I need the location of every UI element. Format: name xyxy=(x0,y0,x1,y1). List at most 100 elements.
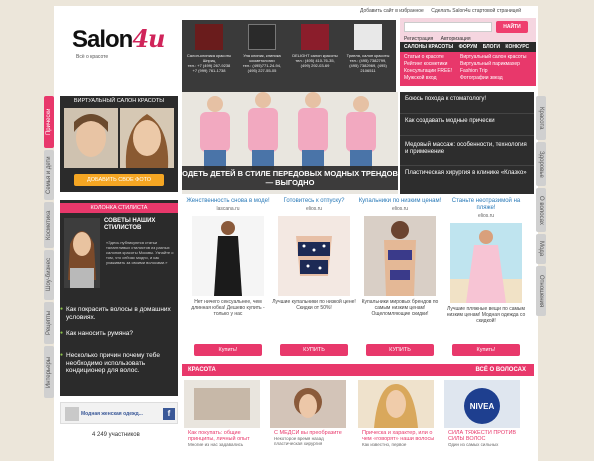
after-photo xyxy=(120,108,174,168)
ad-image[interactable] xyxy=(450,223,522,303)
salon-card[interactable]: Триеля, салон красоты тел.: (495) 738279… xyxy=(343,24,393,96)
ad-title[interactable]: Станьте неотразимой на пляже! xyxy=(444,198,528,212)
ad-card[interactable]: Станьте неотразимой на пляже! elios.ru Л… xyxy=(444,198,528,363)
ad-card[interactable]: Купальники по низким ценам! elios.ru Куп… xyxy=(358,198,442,363)
salon-logo xyxy=(354,24,382,50)
article-image[interactable]: NIVEA xyxy=(444,380,520,428)
ad-title[interactable]: Женственность снова в моде! xyxy=(186,198,270,205)
tab-health[interactable]: Здоровье xyxy=(536,142,546,186)
article-excerpt: Некоторое время назад пластическая хирур… xyxy=(274,436,324,446)
menu-item-forum[interactable]: ФОРУМ xyxy=(459,44,478,50)
stylist-heading: Советы наших стилистов xyxy=(104,218,156,231)
article-card[interactable]: NIVEA СИЛА ТЯЖЕСТИ ПРОТИВ СИЛЫ ВОЛОС Оди… xyxy=(442,380,526,447)
add-favorite-link[interactable]: Добавить сайт в избранное xyxy=(360,8,424,14)
article-image[interactable] xyxy=(358,380,434,428)
submenu-item[interactable]: Рейтинг косметики xyxy=(404,61,452,68)
ad-buy-button[interactable]: Купить! xyxy=(194,344,262,356)
salon-card[interactable]: DELIGHT салон красоты тел.: (495) 410-76… xyxy=(290,24,340,96)
search-input[interactable] xyxy=(404,22,492,32)
all-hair-link[interactable]: ВСЁ О ВОЛОСАХ xyxy=(475,364,526,376)
ad-image[interactable] xyxy=(364,216,436,296)
submenu-item[interactable]: Виртуальный парикмахер xyxy=(460,61,526,68)
beauty-section-title[interactable]: КРАСОТА xyxy=(188,367,216,373)
article-card[interactable]: С МЕДСИ вы преобразите Некоторое время н… xyxy=(268,380,352,446)
article-title[interactable]: Прическа и характер, или о чем «говорят»… xyxy=(356,430,440,442)
hero-banner[interactable]: Одеть детей в стиле передовых модных тре… xyxy=(182,92,398,194)
tab-showbiz[interactable]: Шоу-бизнес xyxy=(44,250,54,300)
article-title[interactable]: СИЛА ТЯЖЕСТИ ПРОТИВ СИЛЫ ВОЛОС xyxy=(442,430,526,442)
menu-item-blogs[interactable]: БЛОГИ xyxy=(483,44,500,50)
secondary-menu: Статьи о красоте Рейтинг косметики Консу… xyxy=(400,52,536,86)
article-image[interactable] xyxy=(184,380,260,428)
tab-cosmetics[interactable]: Косметика xyxy=(44,202,54,248)
tab-family[interactable]: Семья и дети xyxy=(44,150,54,200)
members-count: 4 249 участников xyxy=(92,432,140,438)
ad-card[interactable]: Готовитесь к отпуску? elios.ru Лучшие ку… xyxy=(272,198,356,363)
stylist-question-link[interactable]: Как покрасить волосы в домашних условиях… xyxy=(60,306,174,321)
hero-article-link[interactable]: Пластическая хирургия в клинике «Клазко» xyxy=(400,170,534,190)
hero-articles-list: Боюсь похода к стоматологу! Как создават… xyxy=(400,92,534,194)
submenu-item[interactable]: Статьи о красоте xyxy=(404,54,452,61)
salon-name: Салон-клиника красоты Шприц xyxy=(186,53,232,63)
hero-caption[interactable]: Одеть детей в стиле передовых модных тре… xyxy=(182,166,398,190)
ad-buy-button[interactable]: КУПИТЬ xyxy=(280,344,348,356)
stylist-question-link[interactable]: Несколько причин почему тебе необходимо … xyxy=(60,352,174,375)
salon-phone: (495) 227-55-05 xyxy=(247,68,277,73)
article-card[interactable]: Прическа и характер, или о чем «говорят»… xyxy=(356,380,440,447)
ad-source: elios.ru xyxy=(477,213,495,219)
ad-buy-button[interactable]: КУПИТЬ xyxy=(366,344,434,356)
article-card[interactable]: Как покупать: общие принципы, личный опы… xyxy=(182,380,266,447)
set-homepage-link[interactable]: Сделать Salon4u стартовой страницей xyxy=(431,8,521,14)
salon-name: Уна клиник, клиника косметологии xyxy=(243,53,281,63)
top-links: Добавить сайт в избранное Сделать Salon4… xyxy=(360,8,527,14)
facebook-widget[interactable]: Модная женская одежд... f xyxy=(60,402,178,424)
hero-article-link[interactable]: Боюсь похода к стоматологу! xyxy=(400,96,534,114)
submenu-item[interactable]: Fashion Trip xyxy=(460,68,526,75)
ad-source: elios.ru xyxy=(305,206,323,212)
article-title[interactable]: Как покупать: общие принципы, личный опы… xyxy=(182,430,266,442)
add-photo-button[interactable]: ДОБАВИТЬ СВОЕ ФОТО xyxy=(74,174,164,186)
stylist-question-link[interactable]: Как наносить румяна? xyxy=(60,330,174,338)
article-image[interactable] xyxy=(270,380,346,428)
tab-fashion[interactable]: Мода xyxy=(536,234,546,264)
tab-hair[interactable]: О волосах xyxy=(536,188,546,232)
stylist-title: КОЛОНКА СТИЛИСТА xyxy=(60,203,178,213)
tab-interiors[interactable]: Интерьеры xyxy=(44,346,54,398)
salon-phone: (495) 7382969, (495) 2106511 xyxy=(349,63,387,73)
main-menu: САЛОНЫ КРАСОТЫ ФОРУМ БЛОГИ КОНКУРС xyxy=(400,42,536,52)
submenu-item[interactable]: Фотографии звезд xyxy=(460,75,526,82)
ad-image[interactable] xyxy=(192,216,264,296)
article-excerpt: Многие из нас задавались xyxy=(188,442,244,447)
hero-article-link[interactable]: Медовый массаж: особенности, технология … xyxy=(400,142,534,166)
tab-hairstyles[interactable]: Прически xyxy=(44,96,54,148)
ad-image[interactable] xyxy=(278,216,350,296)
tab-recipes[interactable]: Рецепты xyxy=(44,302,54,344)
tab-beauty[interactable]: Красота xyxy=(536,96,546,140)
salon-card[interactable]: Уна клиник, клиника косметологии тел.: (… xyxy=(237,24,287,96)
site-logo[interactable]: Salon4u xyxy=(72,24,166,54)
submenu-item[interactable]: Мужской вход xyxy=(404,75,452,82)
menu-item-contest[interactable]: КОНКУРС xyxy=(505,44,529,50)
search-button[interactable]: НАЙТИ xyxy=(496,21,528,33)
ad-title[interactable]: Купальники по низким ценам! xyxy=(358,198,442,205)
ad-buy-button[interactable]: Купить! xyxy=(452,344,520,356)
ad-card[interactable]: Женственность снова в моде! lascana.ru Н… xyxy=(186,198,270,363)
salon-card[interactable]: Салон-клиника красоты Шприц тел.: +7 (49… xyxy=(184,24,234,96)
stylist-column: КОЛОНКА СТИЛИСТА Советы наших стилистов … xyxy=(60,200,178,396)
stylist-text: «Здесь публикуются статьи талантливых ст… xyxy=(106,240,174,265)
submenu-item[interactable]: Виртуальный салон красоты xyxy=(460,54,526,61)
ad-text: Купальники мировых брендов по самым низк… xyxy=(361,299,439,317)
ad-title[interactable]: Готовитесь к отпуску? xyxy=(272,198,356,205)
beauty-section-bar: КРАСОТА ВСЁ О ВОЛОСАХ xyxy=(182,364,534,376)
svg-text:NIVEA: NIVEA xyxy=(470,402,495,411)
facebook-icon: f xyxy=(163,408,175,420)
salon-phone: (499) 292-03-69 xyxy=(300,63,330,68)
hero-article-link[interactable]: Как создавать модные прически xyxy=(400,118,534,136)
menu-item-salons[interactable]: САЛОНЫ КРАСОТЫ xyxy=(404,44,453,50)
submenu-item[interactable]: Консультации FREE! xyxy=(404,68,452,75)
virtual-salon-box: ВИРТУАЛЬНЫЙ САЛОН КРАСОТЫ ДОБАВИТЬ СВОЕ … xyxy=(60,96,178,192)
tab-relationships[interactable]: Отношения xyxy=(536,266,546,316)
ad-source: elios.ru xyxy=(391,206,409,212)
virtual-salon-title: ВИРТУАЛЬНЫЙ САЛОН КРАСОТЫ xyxy=(73,98,165,104)
ad-text: Лучшие пляжные вещи по самым низким цена… xyxy=(446,306,526,324)
